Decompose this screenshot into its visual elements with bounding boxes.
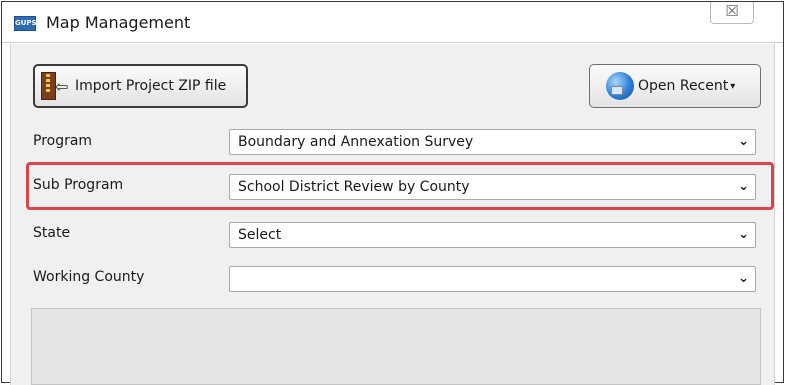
chevron-down-icon[interactable]: ⌄	[738, 224, 749, 246]
working-county-select[interactable]: ⌄	[229, 266, 756, 292]
state-value: Select	[238, 227, 282, 243]
chevron-down-icon[interactable]: ⌄	[738, 131, 749, 153]
working-county-label: Working County	[33, 269, 145, 285]
open-recent-button[interactable]: Open Recent ▾	[589, 64, 761, 108]
import-button-label: Import Project ZIP file	[75, 78, 227, 94]
chevron-down-icon: ▾	[730, 80, 736, 92]
state-label: State	[33, 225, 71, 241]
zip-archive-icon: ⇦	[41, 71, 75, 101]
close-button[interactable]: ☒	[710, 2, 754, 24]
content-panel	[31, 308, 761, 385]
title-bar: GUPS Map Management ☒	[2, 2, 783, 43]
window-title: Map Management	[46, 13, 191, 32]
chevron-down-icon[interactable]: ⌄	[738, 268, 749, 290]
program-label: Program	[33, 133, 93, 149]
state-select[interactable]: Select ⌄	[229, 222, 756, 248]
sub-program-highlight	[26, 162, 774, 210]
program-select[interactable]: Boundary and Annexation Survey ⌄	[229, 129, 756, 155]
map-management-dialog: ⇦ Import Project ZIP file Open Recent ▾ …	[10, 44, 775, 385]
open-recent-label: Open Recent	[638, 78, 729, 94]
program-value: Boundary and Annexation Survey	[238, 134, 474, 150]
import-project-zip-button[interactable]: ⇦ Import Project ZIP file	[33, 64, 248, 108]
globe-icon	[606, 72, 634, 100]
app-logo-icon: GUPS	[14, 16, 37, 31]
